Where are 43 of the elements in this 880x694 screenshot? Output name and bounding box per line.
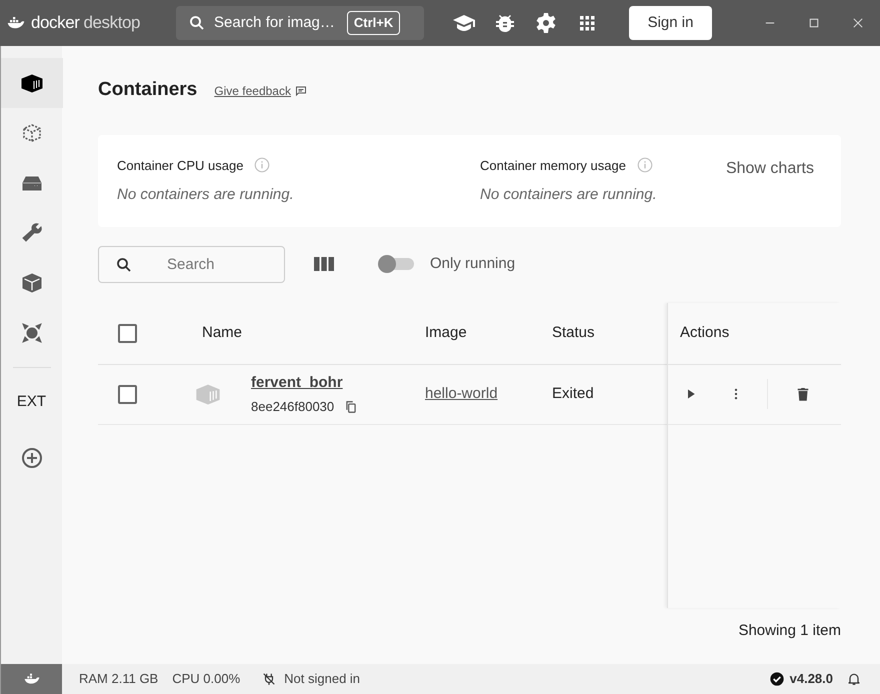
add-icon[interactable] (20, 446, 44, 470)
container-id: 8ee246f80030 (251, 398, 334, 416)
search-icon (115, 256, 133, 274)
bell-icon[interactable] (846, 671, 862, 687)
column-header: Status (552, 322, 596, 343)
version-label: v4.28.0 (790, 670, 833, 688)
sign-in-button[interactable]: Sign in (629, 6, 712, 40)
column-header: Image (425, 322, 468, 343)
whale-button[interactable] (1, 664, 62, 694)
checkbox[interactable] (118, 384, 137, 404)
search-icon (188, 14, 206, 32)
image-link[interactable]: hello-world (425, 385, 498, 402)
box-icon[interactable] (20, 271, 44, 295)
logo-text: docker (31, 12, 80, 34)
toggle-switch[interactable] (378, 254, 416, 274)
scout-icon[interactable] (20, 321, 44, 345)
plug-off-icon (262, 672, 276, 686)
feedback-link[interactable]: Give feedback (214, 82, 307, 100)
logo-text: desktop (83, 12, 140, 34)
stat-label: Container memory usage (480, 156, 626, 175)
search-field[interactable]: Search (98, 246, 285, 282)
table-cell-text: Exited (552, 384, 595, 404)
ram-usage: RAM 2.11 GB (79, 670, 158, 688)
empty-message: No containers are running. (117, 185, 295, 205)
empty-message: No containers are running. (480, 185, 658, 205)
show-charts-button[interactable]: Show charts (726, 156, 814, 180)
settings-icon[interactable] (534, 11, 558, 35)
toggle-label: Only running (430, 254, 516, 274)
item-count: Showing 1 item (738, 620, 841, 640)
sign-in-status: Not signed in (284, 670, 360, 688)
cpu-usage: CPU 0.00% (172, 670, 240, 688)
check-circle-icon (768, 671, 785, 687)
container-name-link[interactable]: fervent_bohr (251, 372, 358, 394)
extensions-nav-item[interactable]: EXT (16, 390, 46, 414)
comment-icon (294, 85, 307, 97)
shortcut-key: Ctrl+K (346, 11, 400, 35)
column-header: Name (202, 322, 244, 343)
page-title: Containers (98, 78, 198, 102)
checkbox[interactable] (118, 324, 137, 342)
search-field[interactable]: Search for imag… Ctrl+K (176, 6, 424, 40)
column-header: Actions (680, 322, 730, 343)
stat-label: Container CPU usage (117, 156, 244, 175)
copy-icon[interactable] (344, 400, 358, 414)
